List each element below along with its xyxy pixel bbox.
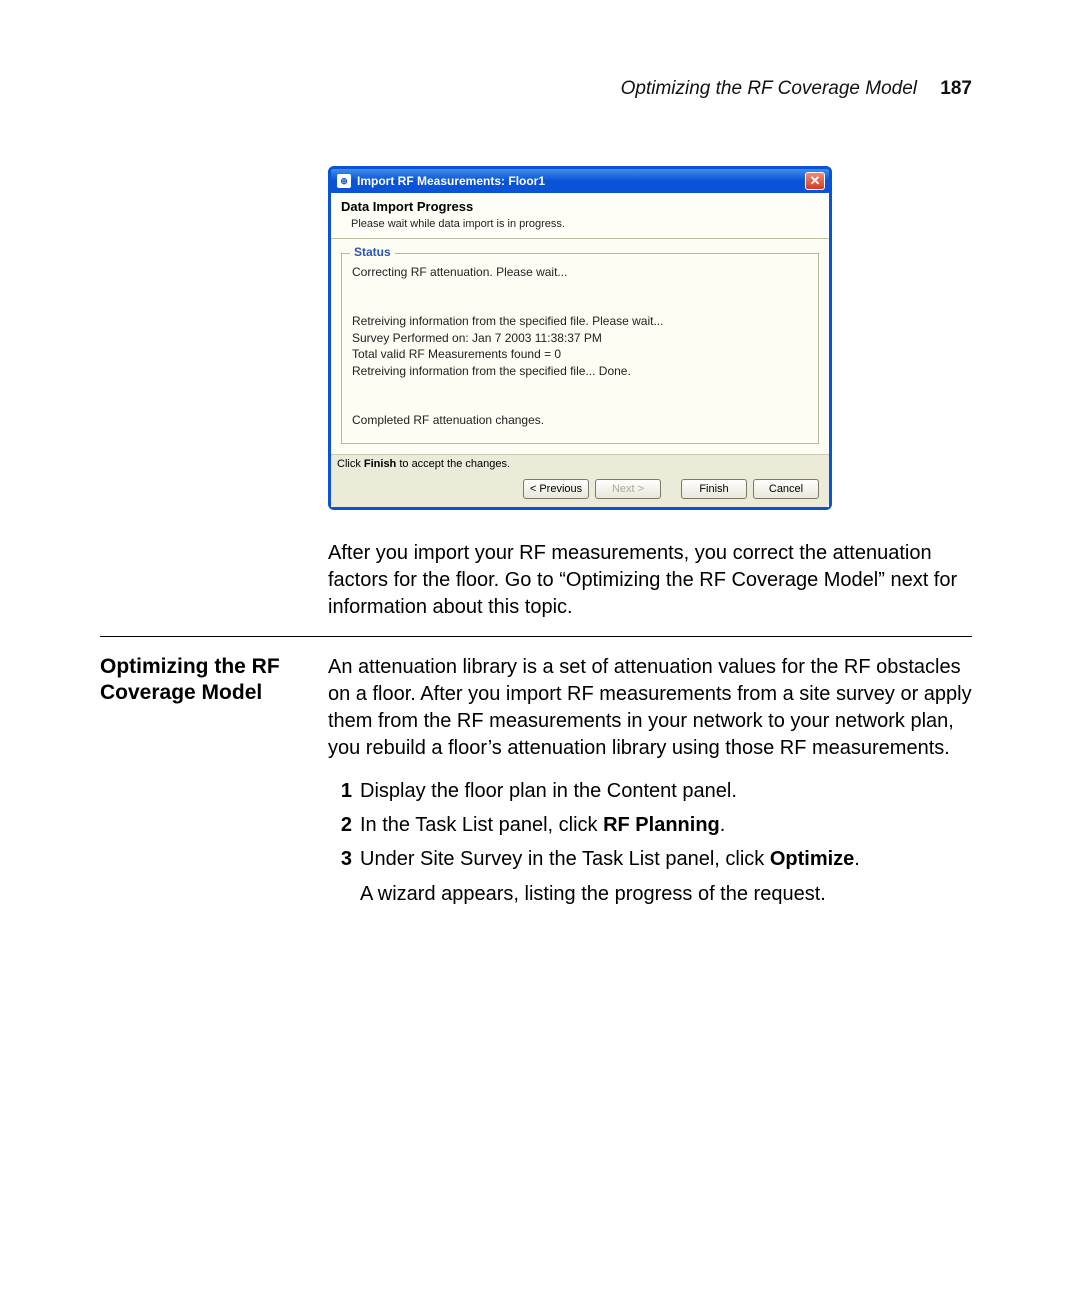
status-legend: Status (350, 245, 395, 259)
dialog-subheading: Please wait while data import is in prog… (341, 214, 819, 230)
status-line: Retreiving information from the specifie… (352, 313, 808, 330)
step-number: 1 (328, 776, 352, 806)
footer-hint-post: to accept the changes. (396, 458, 510, 470)
section-body: An attenuation library is a set of atten… (328, 654, 972, 762)
running-header: Optimizing the RF Coverage Model 187 (621, 78, 972, 100)
status-group: Status Correcting RF attenuation. Please… (341, 253, 819, 444)
list-item: 1 Display the floor plan in the Content … (328, 776, 972, 806)
step-number: 2 (328, 810, 352, 840)
window-title: Import RF Measurements: Floor1 (357, 174, 805, 188)
footer-hint-pre: Click (337, 458, 364, 470)
previous-button[interactable]: < Previous (523, 479, 589, 499)
status-line: Correcting RF attenuation. Please wait..… (352, 264, 808, 281)
import-dialog: ⊕ Import RF Measurements: Floor1 ✕ Data … (328, 166, 832, 510)
page-number: 187 (940, 78, 972, 99)
step-list: 1 Display the floor plan in the Content … (328, 776, 972, 874)
status-line: Completed RF attenuation changes. (352, 412, 808, 429)
step-followup: A wizard appears, listing the progress o… (360, 880, 972, 909)
close-icon[interactable]: ✕ (805, 172, 825, 190)
step-text: Under Site Survey in the Task List panel… (360, 844, 972, 874)
section: Optimizing the RF Coverage Model An atte… (100, 654, 972, 909)
step-text: In the Task List panel, click RF Plannin… (360, 810, 972, 840)
status-line: Survey Performed on: Jan 7 2003 11:38:37… (352, 330, 808, 347)
list-item: 3 Under Site Survey in the Task List pan… (328, 844, 972, 874)
titlebar: ⊕ Import RF Measurements: Floor1 ✕ (331, 169, 829, 193)
cancel-button[interactable]: Cancel (753, 479, 819, 499)
dialog-body: Data Import Progress Please wait while d… (331, 193, 829, 507)
section-heading: Optimizing the RF Coverage Model (100, 654, 310, 707)
step-text: Display the floor plan in the Content pa… (360, 776, 972, 806)
footer-hint-bold: Finish (364, 458, 396, 470)
finish-button[interactable]: Finish (681, 479, 747, 499)
dialog-heading: Data Import Progress (341, 199, 819, 214)
step-number: 3 (328, 844, 352, 874)
list-item: 2 In the Task List panel, click RF Plann… (328, 810, 972, 840)
next-button: Next > (595, 479, 661, 499)
running-header-title: Optimizing the RF Coverage Model (621, 78, 917, 99)
button-row: < Previous Next > Finish Cancel (331, 473, 829, 507)
intro-paragraph: After you import your RF measurements, y… (328, 540, 972, 621)
app-icon: ⊕ (337, 174, 351, 188)
status-line: Total valid RF Measurements found = 0 (352, 346, 808, 363)
status-line: Retreiving information from the specifie… (352, 363, 808, 380)
dialog-header: Data Import Progress Please wait while d… (331, 193, 829, 239)
section-divider (100, 636, 972, 637)
footer-hint: Click Finish to accept the changes. (331, 454, 829, 473)
